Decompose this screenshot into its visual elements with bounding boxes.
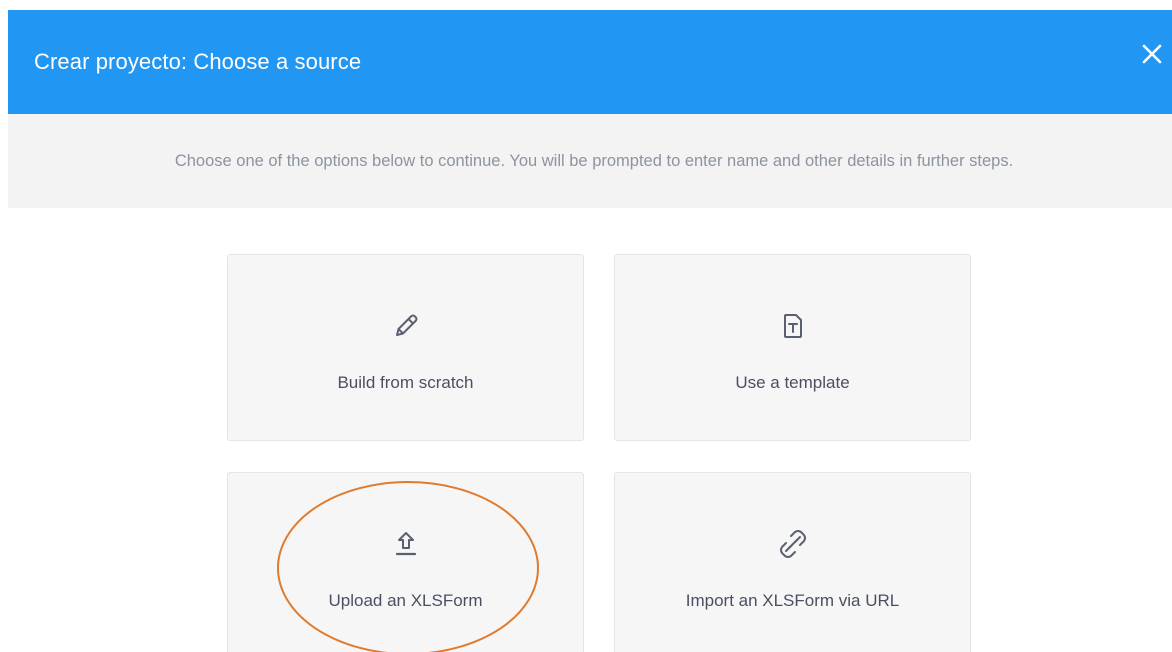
build-from-scratch-label: Build from scratch bbox=[337, 373, 474, 392]
import-xlsform-url-button[interactable]: Import an XLSForm via URL bbox=[614, 472, 971, 652]
use-template-button[interactable]: Use a template bbox=[614, 254, 971, 441]
modal-title: Crear proyecto: Choose a source bbox=[34, 49, 362, 74]
link-icon bbox=[777, 528, 809, 560]
modal-header: Crear proyecto: Choose a source bbox=[8, 10, 1172, 114]
instructions-banner: Choose one of the options below to conti… bbox=[8, 114, 1172, 208]
pencil-icon bbox=[390, 310, 422, 342]
create-project-modal: Crear proyecto: Choose a source Choose o… bbox=[0, 0, 1172, 652]
instructions-text: Choose one of the options below to conti… bbox=[174, 151, 1014, 170]
import-xlsform-url-label: Import an XLSForm via URL bbox=[685, 591, 900, 610]
upload-xlsform-button[interactable]: Upload an XLSForm bbox=[227, 472, 584, 652]
use-template-label: Use a template bbox=[735, 373, 850, 392]
build-from-scratch-button[interactable]: Build from scratch bbox=[227, 254, 584, 441]
close-button[interactable] bbox=[1138, 40, 1166, 68]
template-file-icon bbox=[777, 310, 809, 342]
upload-icon bbox=[390, 528, 422, 560]
close-icon bbox=[1142, 44, 1162, 64]
upload-xlsform-label: Upload an XLSForm bbox=[328, 591, 483, 610]
